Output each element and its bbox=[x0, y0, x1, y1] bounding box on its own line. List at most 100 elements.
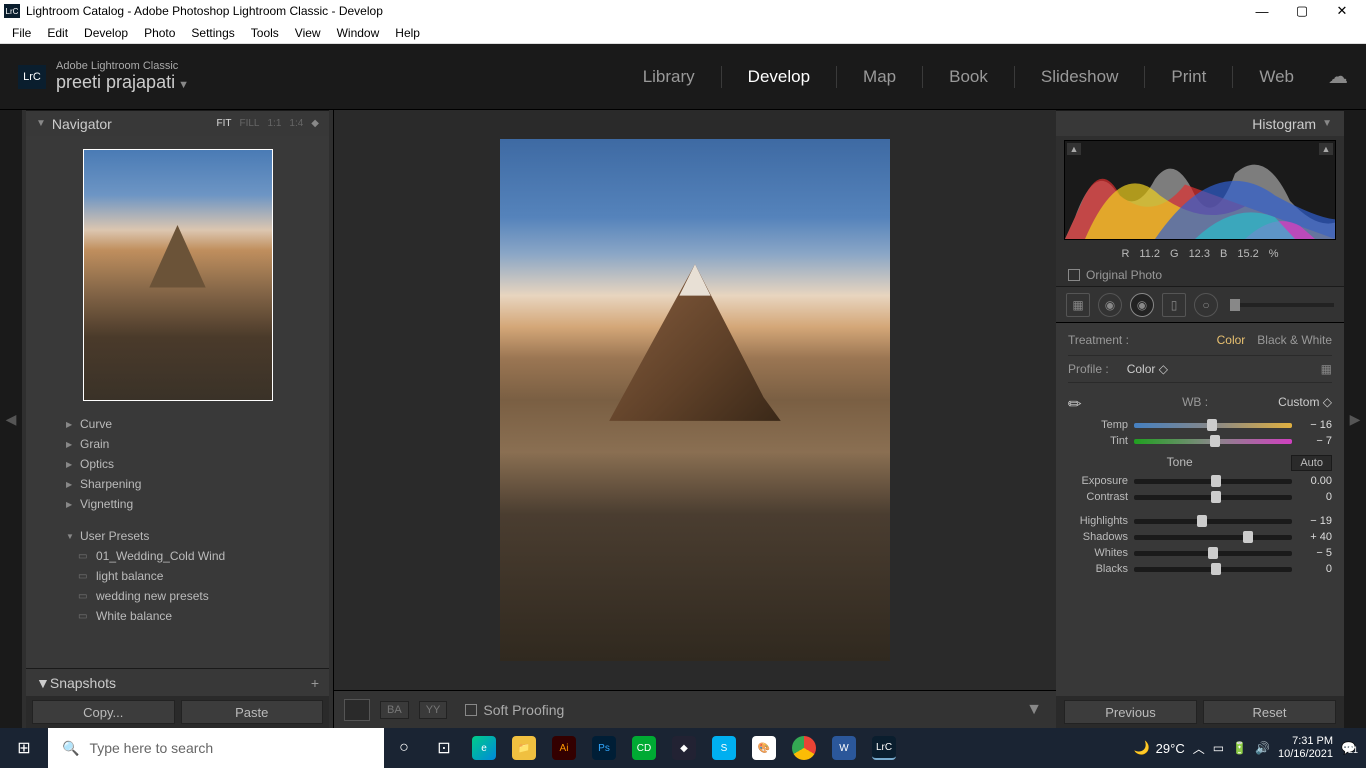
menu-tools[interactable]: Tools bbox=[243, 26, 287, 40]
menu-file[interactable]: File bbox=[4, 26, 39, 40]
shadows-slider[interactable]: Shadows + 40 bbox=[1068, 529, 1332, 545]
battery-icon[interactable]: 🔋 bbox=[1232, 741, 1247, 755]
maximize-button[interactable]: ▢ bbox=[1282, 1, 1322, 21]
wb-preset-dropdown[interactable]: Custom ◇ bbox=[1278, 395, 1332, 409]
navigator-zoom-opts[interactable]: FIT FILL 1:1 1:4 ◆ bbox=[216, 118, 319, 129]
right-panel-toggle[interactable]: ▶ bbox=[1344, 110, 1366, 728]
start-button[interactable]: ⊞ bbox=[0, 728, 48, 768]
cloud-sync-icon[interactable]: ☁ bbox=[1328, 64, 1348, 89]
tint-slider[interactable]: Tint − 7 bbox=[1068, 433, 1332, 449]
chrome-icon[interactable] bbox=[784, 728, 824, 768]
module-develop[interactable]: Develop bbox=[740, 67, 818, 87]
shadow-clip-icon[interactable]: ▲ bbox=[1067, 143, 1081, 155]
mask-slider[interactable] bbox=[1230, 303, 1334, 307]
zoom-1-1[interactable]: 1:1 bbox=[267, 118, 281, 129]
histogram-header[interactable]: Histogram▼ bbox=[1056, 110, 1344, 136]
menu-settings[interactable]: Settings bbox=[183, 26, 242, 40]
menu-develop[interactable]: Develop bbox=[76, 26, 136, 40]
menu-view[interactable]: View bbox=[287, 26, 329, 40]
lightroom-taskbar-icon[interactable]: LrC bbox=[864, 728, 904, 768]
paint-icon[interactable]: 🎨 bbox=[744, 728, 784, 768]
module-map[interactable]: Map bbox=[855, 67, 904, 87]
zoom-1-4[interactable]: 1:4 bbox=[289, 118, 303, 129]
preset-group[interactable]: ▶Optics bbox=[26, 454, 329, 474]
before-after-tb-button[interactable]: YY bbox=[419, 701, 448, 719]
illustrator-icon[interactable]: Ai bbox=[544, 728, 584, 768]
coreldraw-icon[interactable]: CD bbox=[624, 728, 664, 768]
highlight-clip-icon[interactable]: ▲ bbox=[1319, 143, 1333, 155]
treatment-bw[interactable]: Black & White bbox=[1257, 333, 1332, 347]
skype-icon[interactable]: S bbox=[704, 728, 744, 768]
preset-item[interactable]: ▭01_Wedding_Cold Wind bbox=[26, 546, 329, 566]
zoom-fill[interactable]: FILL bbox=[239, 118, 259, 129]
module-print[interactable]: Print bbox=[1163, 67, 1214, 87]
soft-proof-checkbox[interactable] bbox=[465, 704, 477, 716]
navigator-thumbnail[interactable] bbox=[83, 149, 273, 401]
preset-group[interactable]: ▶Vignetting bbox=[26, 494, 329, 514]
previous-button[interactable]: Previous bbox=[1064, 700, 1197, 724]
original-photo-toggle[interactable]: Original Photo bbox=[1056, 264, 1344, 287]
module-slideshow[interactable]: Slideshow bbox=[1033, 67, 1127, 87]
app-icon[interactable]: ◆ bbox=[664, 728, 704, 768]
profile-browser-icon[interactable]: ▦ bbox=[1321, 362, 1332, 376]
treatment-color[interactable]: Color bbox=[1217, 333, 1246, 347]
before-after-lr-button[interactable]: BA bbox=[380, 701, 409, 719]
preset-group[interactable]: ▶Curve bbox=[26, 414, 329, 434]
preset-item[interactable]: ▭light balance bbox=[26, 566, 329, 586]
meet-now-icon[interactable]: ▭ bbox=[1213, 741, 1224, 755]
histogram-graph[interactable]: ▲ ▲ bbox=[1064, 140, 1336, 240]
menu-help[interactable]: Help bbox=[387, 26, 428, 40]
weather-widget[interactable]: 🌙 29°C bbox=[1133, 740, 1184, 756]
module-book[interactable]: Book bbox=[941, 67, 996, 87]
menu-photo[interactable]: Photo bbox=[136, 26, 183, 40]
radial-tool[interactable]: ○ bbox=[1194, 293, 1218, 317]
photoshop-icon[interactable]: Ps bbox=[584, 728, 624, 768]
toolbar-menu-button[interactable]: ▼ bbox=[1022, 697, 1046, 723]
tray-chevron-icon[interactable]: ︿ bbox=[1193, 740, 1205, 757]
temp-slider[interactable]: Temp − 16 bbox=[1068, 417, 1332, 433]
wb-eyedropper-icon[interactable]: ✎ bbox=[1063, 386, 1094, 417]
snapshots-header[interactable]: ▼Snapshots + bbox=[26, 668, 329, 696]
volume-icon[interactable]: 🔊 bbox=[1255, 741, 1270, 755]
auto-tone-button[interactable]: Auto bbox=[1291, 455, 1332, 471]
left-panel-toggle[interactable]: ◀ bbox=[0, 110, 22, 728]
menu-edit[interactable]: Edit bbox=[39, 26, 76, 40]
image-viewport[interactable] bbox=[334, 110, 1056, 690]
paste-button[interactable]: Paste bbox=[181, 700, 324, 724]
module-library[interactable]: Library bbox=[635, 67, 703, 87]
navigator-preview[interactable] bbox=[26, 136, 329, 414]
close-button[interactable]: ✕ bbox=[1322, 1, 1362, 21]
profile-row[interactable]: Profile : Color ◇ ▦ bbox=[1068, 355, 1332, 383]
edge-icon[interactable]: e bbox=[464, 728, 504, 768]
spot-tool[interactable]: ◉ bbox=[1098, 293, 1122, 317]
navigator-header[interactable]: ▼ Navigator FIT FILL 1:1 1:4 ◆ bbox=[26, 110, 329, 136]
taskbar-search[interactable]: 🔍 Type here to search bbox=[48, 728, 384, 768]
cortana-icon[interactable]: ○ bbox=[384, 728, 424, 768]
identity-plate[interactable]: Adobe Lightroom Classic preeti prajapati… bbox=[56, 60, 189, 93]
minimize-button[interactable]: — bbox=[1242, 1, 1282, 21]
notifications-icon[interactable]: 💬21 bbox=[1341, 741, 1356, 755]
preset-group[interactable]: ▶Sharpening bbox=[26, 474, 329, 494]
crop-tool[interactable]: ▦ bbox=[1066, 293, 1090, 317]
main-photo[interactable] bbox=[500, 139, 890, 661]
gradient-tool[interactable]: ▯ bbox=[1162, 293, 1186, 317]
user-presets-group[interactable]: ▼User Presets bbox=[26, 526, 329, 546]
reset-button[interactable]: Reset bbox=[1203, 700, 1336, 724]
copy-button[interactable]: Copy... bbox=[32, 700, 175, 724]
zoom-fit[interactable]: FIT bbox=[216, 118, 231, 129]
exposure-slider[interactable]: Exposure 0.00 bbox=[1068, 473, 1332, 489]
preset-item[interactable]: ▭wedding new presets bbox=[26, 586, 329, 606]
whites-slider[interactable]: Whites − 5 bbox=[1068, 545, 1332, 561]
taskbar-clock[interactable]: 7:31 PM 10/16/2021 bbox=[1278, 735, 1333, 761]
add-snapshot-button[interactable]: + bbox=[311, 675, 319, 691]
redeye-tool[interactable]: ◉ bbox=[1130, 293, 1154, 317]
preset-group[interactable]: ▶Grain bbox=[26, 434, 329, 454]
blacks-slider[interactable]: Blacks 0 bbox=[1068, 561, 1332, 577]
zoom-dropdown-icon[interactable]: ◆ bbox=[311, 118, 319, 129]
contrast-slider[interactable]: Contrast 0 bbox=[1068, 489, 1332, 505]
explorer-icon[interactable]: 📁 bbox=[504, 728, 544, 768]
preset-item[interactable]: ▭White balance bbox=[26, 606, 329, 626]
highlights-slider[interactable]: Highlights − 19 bbox=[1068, 513, 1332, 529]
task-view-icon[interactable]: ⊡ bbox=[424, 728, 464, 768]
word-icon[interactable]: W bbox=[824, 728, 864, 768]
